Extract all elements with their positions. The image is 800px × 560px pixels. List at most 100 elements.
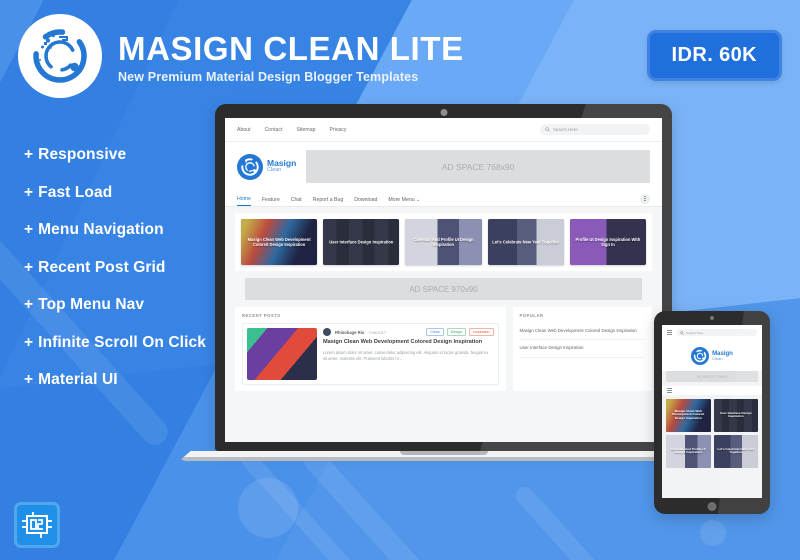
site-menubar: Home Feature Chat Report a Bug Download …: [225, 191, 662, 207]
post-card[interactable]: Calendar And Profile UI Design Inspirati…: [405, 219, 482, 265]
list-item[interactable]: Masign Clean Web Development Colored Des…: [519, 323, 645, 341]
post-excerpt: Lorem ipsum dolor sit amet, consectetur …: [323, 349, 489, 361]
feature-label: Fast Load: [38, 183, 113, 201]
popular-title: POPULAR: [519, 313, 544, 318]
topnav-item-about[interactable]: About: [237, 127, 251, 133]
post-card[interactable]: User Interface Design Inspiration: [713, 399, 758, 432]
search-icon: [680, 330, 684, 335]
laptop-lid: About Contact Sitemap Privacy Search Her…: [215, 104, 672, 451]
post-card[interactable]: Let's Celebrate New Year Together: [713, 435, 758, 468]
tablet-brand[interactable]: Masign Clean: [662, 340, 762, 371]
list-item: + Top Menu Nav: [24, 296, 206, 314]
menu-item-report-a-bug[interactable]: Report a Bug: [313, 197, 344, 207]
post-card-grid: Masign Clean Web Development Colored Des…: [235, 213, 652, 271]
webcam-icon: [440, 109, 447, 116]
page-title: MASIGN CLEAN LITE: [118, 29, 464, 67]
tablet-brand-text: Masign Clean: [712, 351, 733, 361]
recent-posts-panel: RECENT POSTS Rhinokage Rio 7/06/2017 Cle…: [235, 307, 506, 391]
feature-label: Material UI: [38, 371, 118, 388]
post-card[interactable]: Let's Celebrate New Year Together: [487, 219, 564, 265]
laptop-trackpad-notch: [400, 451, 488, 455]
masign-c-logo-icon: [18, 14, 102, 98]
ad-slot-tablet: AD SPACE 728x90: [666, 371, 758, 382]
hamburger-menu-icon[interactable]: [667, 330, 672, 335]
list-item[interactable]: Rhinokage Rio 7/06/2017 Clean Design Ins…: [242, 323, 499, 385]
post-thumbnail: [247, 328, 317, 380]
poster-canvas: MASIGN CLEAN LITE New Premium Material D…: [0, 0, 800, 560]
hamburger-menu-icon[interactable]: [667, 388, 672, 393]
menu-item-chat[interactable]: Chat: [291, 197, 302, 207]
status-badge[interactable]: Design: [446, 328, 466, 336]
topnav-item-contact[interactable]: Contact: [265, 127, 283, 133]
tablet-mockup: Search Here Masign Clean AD SPACE 728x90: [654, 311, 770, 514]
list-item[interactable]: User Interface Design Inspiration: [519, 340, 645, 358]
topnav-item-privacy[interactable]: Privacy: [329, 127, 346, 133]
post-author: Rhinokage Rio: [335, 329, 365, 335]
list-item: + Responsive: [24, 146, 206, 164]
post-card[interactable]: Masign Clean Web Development Colored Des…: [241, 219, 318, 265]
tablet-menubar: [662, 386, 762, 395]
home-button-icon[interactable]: [707, 502, 717, 511]
page-subtitle: New Premium Material Design Blogger Temp…: [118, 70, 419, 85]
site-logo[interactable]: Masign Clean: [237, 153, 296, 180]
site-brandbar: Masign Clean AD SPACE 768x90: [225, 142, 662, 191]
post-card[interactable]: Masign Clean Web Development Colored Des…: [666, 399, 711, 432]
laptop-base: [179, 451, 709, 461]
site-lower-section: RECENT POSTS Rhinokage Rio 7/06/2017 Cle…: [235, 307, 652, 391]
post-card-title: Calendar And Profile UI Design Inspirati…: [671, 446, 706, 455]
list-item: + Menu Navigation: [24, 221, 206, 239]
recent-posts-title: RECENT POSTS: [242, 313, 281, 318]
search-placeholder: Search Here: [686, 330, 704, 335]
background-circle: [238, 478, 298, 538]
post-card-title: Masign Clean Web Development Colored Des…: [672, 408, 705, 421]
feature-label: Responsive: [38, 146, 127, 163]
menu-item-download[interactable]: Download: [354, 197, 377, 207]
site-topnav: About Contact Sitemap Privacy: [237, 127, 347, 133]
status-badge[interactable]: Clean: [426, 328, 444, 336]
price-badge[interactable]: IDR. 60K: [646, 30, 782, 81]
site-brand-text: Masign Clean: [267, 159, 296, 174]
post-card-title: Let's Celebrate New Year Together: [717, 446, 755, 455]
topnav-item-sitemap[interactable]: Sitemap: [296, 127, 315, 133]
post-tags: Clean Design Inspiration: [426, 328, 494, 336]
feature-list: + Responsive + Fast Load + Menu Navigation …: [24, 146, 206, 409]
search-input[interactable]: Search Here: [677, 329, 757, 336]
list-item: + Material UI: [24, 371, 206, 389]
menu-item-feature[interactable]: Feature: [262, 197, 280, 207]
brand-line-2: Clean: [267, 167, 282, 174]
post-card[interactable]: User Interface Design Inspiration: [323, 219, 400, 265]
feature-label: Infinite Scroll On Click: [38, 333, 206, 351]
list-item: + Recent Post Grid: [24, 259, 206, 277]
plus-icon: +: [24, 221, 34, 238]
search-placeholder: Search Here: [553, 127, 578, 132]
avatar: [323, 328, 331, 336]
brand-line-2: Clean: [712, 356, 723, 362]
menu-item-more-menu[interactable]: More Menu ⌄: [388, 197, 420, 207]
status-badge[interactable]: Inspiration: [468, 328, 494, 336]
overflow-menu-icon[interactable]: [640, 193, 650, 204]
laptop-mockup: About Contact Sitemap Privacy Search Her…: [179, 104, 709, 461]
post-title[interactable]: Masign Clean Web Development Colored Des…: [323, 339, 494, 347]
popular-panel: POPULAR Masign Clean Web Development Col…: [512, 307, 652, 391]
tablet-screen: Search Here Masign Clean AD SPACE 728x90: [662, 325, 762, 498]
ad-slot-top: AD SPACE 768x90: [306, 150, 650, 183]
post-card-title: Masign Clean Web Development Colored Des…: [247, 236, 311, 247]
tablet-card-grid: Masign Clean Web Development Colored Des…: [666, 399, 758, 468]
post-body: Rhinokage Rio 7/06/2017 Clean Design Ins…: [323, 328, 494, 380]
background-circle: [700, 520, 726, 546]
plus-icon: +: [24, 371, 34, 388]
plus-icon: +: [24, 146, 34, 163]
post-card[interactable]: Profile UI Design Inspiration With Sign …: [569, 219, 647, 265]
menu-item-home[interactable]: Home: [237, 196, 251, 206]
feature-label: Menu Navigation: [38, 221, 164, 238]
db-logo-icon[interactable]: [14, 502, 60, 548]
poster-header: MASIGN CLEAN LITE New Premium Material D…: [18, 14, 464, 98]
plus-icon: +: [24, 296, 34, 313]
tablet-topbar: Search Here: [662, 325, 762, 340]
post-card[interactable]: Calendar And Profile UI Design Inspirati…: [666, 435, 711, 468]
site-menu: Home Feature Chat Report a Bug Download …: [237, 191, 420, 206]
masign-c-logo-icon: [237, 153, 263, 180]
post-date: 7/06/2017: [368, 329, 387, 335]
search-input[interactable]: Search Here: [540, 124, 650, 135]
post-card-title: User Interface Design Inspiration: [719, 410, 752, 419]
